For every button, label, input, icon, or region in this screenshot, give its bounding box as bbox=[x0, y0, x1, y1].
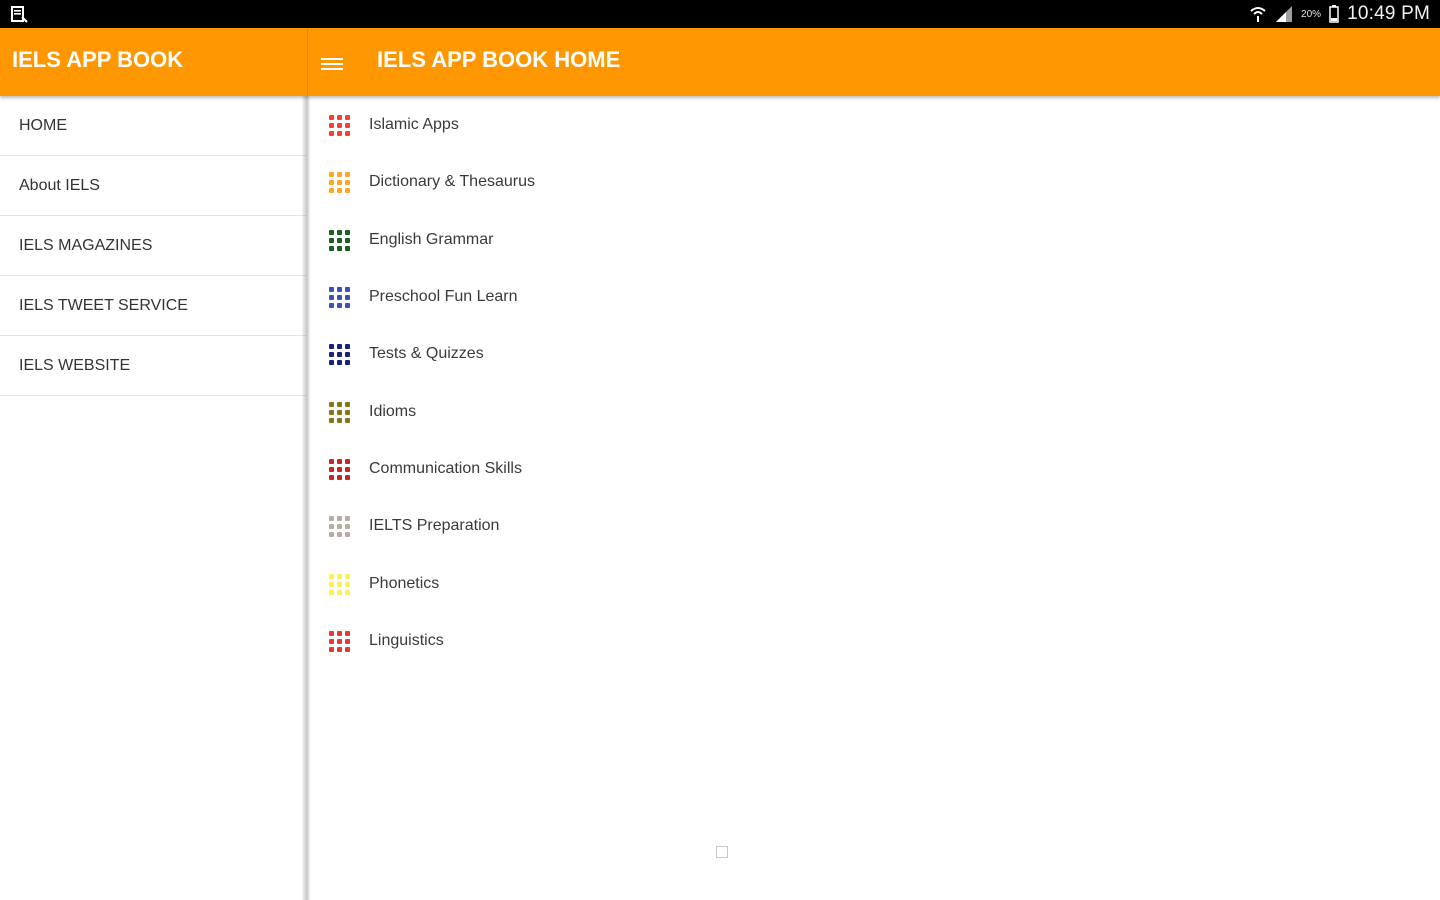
signal-icon bbox=[1276, 6, 1293, 22]
drawer-item-label: IELS TWEET SERVICE bbox=[19, 296, 188, 314]
grid-icon bbox=[327, 228, 351, 252]
app-bar-divider bbox=[307, 28, 308, 96]
list-item-tests-quizzes[interactable]: Tests & Quizzes bbox=[310, 325, 910, 382]
drawer-item-label: IELS MAGAZINES bbox=[19, 236, 153, 254]
grid-icon bbox=[327, 572, 351, 596]
list-item-label: Islamic Apps bbox=[369, 115, 459, 133]
grid-icon bbox=[327, 113, 351, 137]
list-item-label: English Grammar bbox=[369, 230, 494, 248]
list-item-label: Tests & Quizzes bbox=[369, 344, 484, 362]
drawer-item-magazines[interactable]: IELS MAGAZINES bbox=[0, 216, 306, 276]
list-item-dictionary-thesaurus[interactable]: Dictionary & Thesaurus bbox=[310, 153, 910, 210]
list-item-preschool-fun-learn[interactable]: Preschool Fun Learn bbox=[310, 268, 910, 325]
list-item-linguistics[interactable]: Linguistics bbox=[310, 612, 910, 669]
drawer-item-label: About IELS bbox=[19, 176, 100, 194]
battery-percentage: 20% bbox=[1301, 8, 1322, 20]
list-item-idioms[interactable]: Idioms bbox=[310, 383, 910, 440]
list-item-label: Linguistics bbox=[369, 631, 444, 649]
list-item-label: Phonetics bbox=[369, 574, 440, 592]
drawer-edge-shadow bbox=[302, 96, 310, 900]
drawer-item-tweet-service[interactable]: IELS TWEET SERVICE bbox=[0, 276, 306, 336]
drawer-item-home[interactable]: HOME bbox=[0, 96, 306, 156]
list-item-label: Preschool Fun Learn bbox=[369, 287, 518, 305]
drawer-title: IELS APP BOOK bbox=[12, 47, 184, 72]
list-item-phonetics[interactable]: Phonetics bbox=[310, 555, 910, 612]
placeholder-square bbox=[716, 846, 728, 858]
grid-icon bbox=[327, 629, 351, 653]
list-item-communication-skills[interactable]: Communication Skills bbox=[310, 440, 910, 497]
navigation-drawer: HOME About IELS IELS MAGAZINES IELS TWEE… bbox=[0, 96, 306, 900]
category-list: Islamic Apps Dictionary & Thesaurus Engl… bbox=[310, 96, 1440, 900]
menu-button[interactable] bbox=[316, 48, 348, 80]
list-item-label: IELTS Preparation bbox=[369, 516, 500, 534]
grid-icon bbox=[327, 285, 351, 309]
drawer-item-website[interactable]: IELS WEBSITE bbox=[0, 336, 306, 396]
grid-icon bbox=[327, 457, 351, 481]
drawer-item-label: HOME bbox=[19, 116, 67, 134]
hamburger-menu-icon bbox=[321, 58, 343, 70]
app-bar: IELS APP BOOK IELS APP BOOK HOME bbox=[0, 28, 1440, 96]
list-item-english-grammar[interactable]: English Grammar bbox=[310, 211, 910, 268]
battery-icon bbox=[1329, 5, 1339, 23]
grid-icon bbox=[327, 400, 351, 424]
list-item-label: Communication Skills bbox=[369, 459, 522, 477]
grid-icon bbox=[327, 514, 351, 538]
clipboard-notification-icon bbox=[11, 6, 28, 23]
drawer-item-label: IELS WEBSITE bbox=[19, 356, 131, 374]
grid-icon bbox=[327, 170, 351, 194]
list-item-islamic-apps[interactable]: Islamic Apps bbox=[310, 96, 910, 153]
list-item-label: Idioms bbox=[369, 402, 417, 420]
drawer-item-about[interactable]: About IELS bbox=[0, 156, 306, 216]
grid-icon bbox=[327, 342, 351, 366]
list-item-ielts-preparation[interactable]: IELTS Preparation bbox=[310, 497, 910, 554]
wifi-icon bbox=[1250, 7, 1266, 22]
list-item-label: Dictionary & Thesaurus bbox=[369, 172, 535, 190]
clock: 10:49 PM bbox=[1347, 3, 1430, 24]
page-title: IELS APP BOOK HOME bbox=[377, 47, 621, 72]
status-indicators: 20% 10:49 PM bbox=[1249, 0, 1430, 28]
status-bar: 20% 10:49 PM bbox=[0, 0, 1440, 28]
